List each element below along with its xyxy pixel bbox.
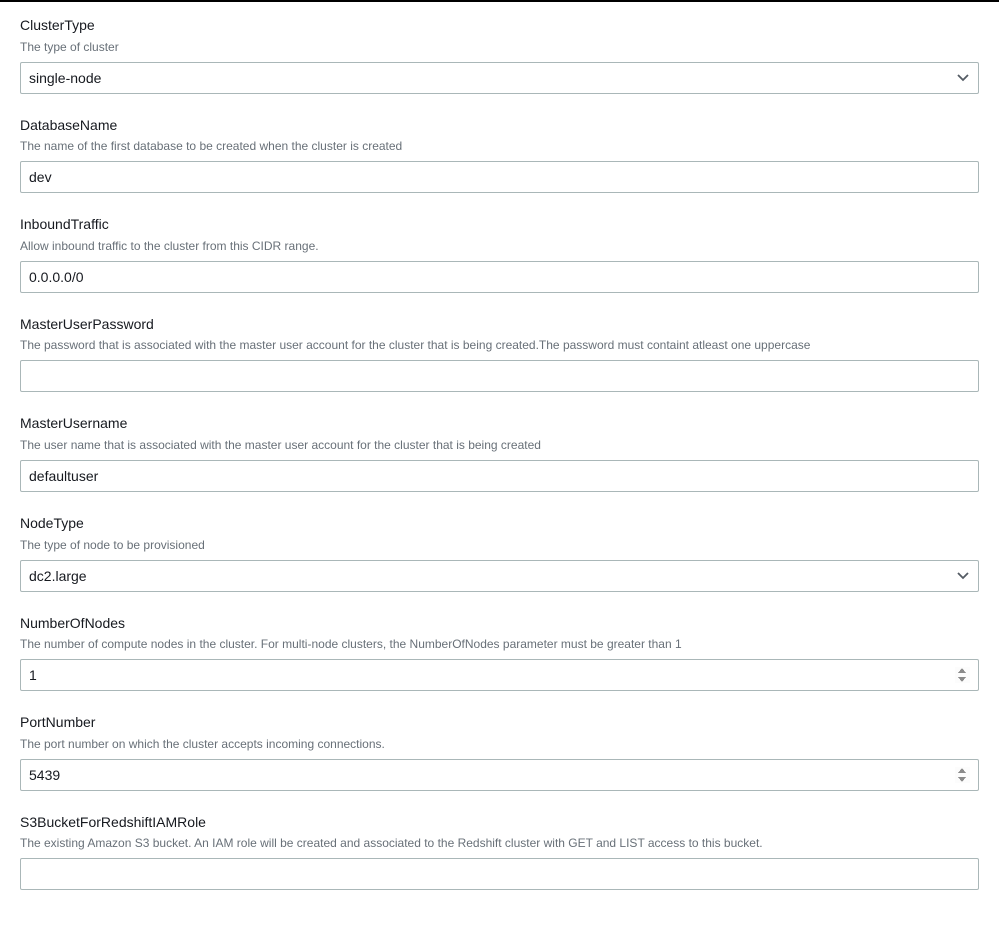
- master-user-password-label: MasterUserPassword: [20, 315, 979, 335]
- master-username-input[interactable]: [20, 460, 979, 492]
- field-master-username: MasterUsername The user name that is ass…: [20, 414, 979, 492]
- cluster-type-value: single-node: [29, 70, 101, 86]
- master-username-label: MasterUsername: [20, 414, 979, 434]
- field-number-of-nodes: NumberOfNodes The number of compute node…: [20, 614, 979, 692]
- master-username-desc: The user name that is associated with th…: [20, 436, 979, 454]
- node-type-value: dc2.large: [29, 568, 87, 584]
- database-name-label: DatabaseName: [20, 116, 979, 136]
- field-node-type: NodeType The type of node to be provisio…: [20, 514, 979, 592]
- cluster-type-select[interactable]: single-node: [20, 62, 979, 94]
- master-user-password-desc: The password that is associated with the…: [20, 336, 979, 354]
- s3-bucket-desc: The existing Amazon S3 bucket. An IAM ro…: [20, 834, 979, 852]
- number-of-nodes-input[interactable]: [20, 659, 979, 691]
- field-s3-bucket: S3BucketForRedshiftIAMRole The existing …: [20, 813, 979, 891]
- inbound-traffic-desc: Allow inbound traffic to the cluster fro…: [20, 237, 979, 255]
- s3-bucket-input[interactable]: [20, 858, 979, 890]
- node-type-label: NodeType: [20, 514, 979, 534]
- node-type-desc: The type of node to be provisioned: [20, 536, 979, 554]
- port-number-desc: The port number on which the cluster acc…: [20, 735, 979, 753]
- cluster-type-desc: The type of cluster: [20, 38, 979, 56]
- port-number-label: PortNumber: [20, 713, 979, 733]
- inbound-traffic-input[interactable]: [20, 261, 979, 293]
- node-type-select[interactable]: dc2.large: [20, 560, 979, 592]
- master-user-password-input[interactable]: [20, 360, 979, 392]
- s3-bucket-label: S3BucketForRedshiftIAMRole: [20, 813, 979, 833]
- parameters-form: ClusterType The type of cluster single-n…: [0, 2, 999, 932]
- port-number-input[interactable]: [20, 759, 979, 791]
- number-of-nodes-desc: The number of compute nodes in the clust…: [20, 635, 979, 653]
- field-database-name: DatabaseName The name of the first datab…: [20, 116, 979, 194]
- database-name-input[interactable]: [20, 161, 979, 193]
- cluster-type-label: ClusterType: [20, 16, 979, 36]
- field-master-user-password: MasterUserPassword The password that is …: [20, 315, 979, 393]
- number-of-nodes-label: NumberOfNodes: [20, 614, 979, 634]
- field-inbound-traffic: InboundTraffic Allow inbound traffic to …: [20, 215, 979, 293]
- database-name-desc: The name of the first database to be cre…: [20, 137, 979, 155]
- inbound-traffic-label: InboundTraffic: [20, 215, 979, 235]
- field-port-number: PortNumber The port number on which the …: [20, 713, 979, 791]
- field-cluster-type: ClusterType The type of cluster single-n…: [20, 16, 979, 94]
